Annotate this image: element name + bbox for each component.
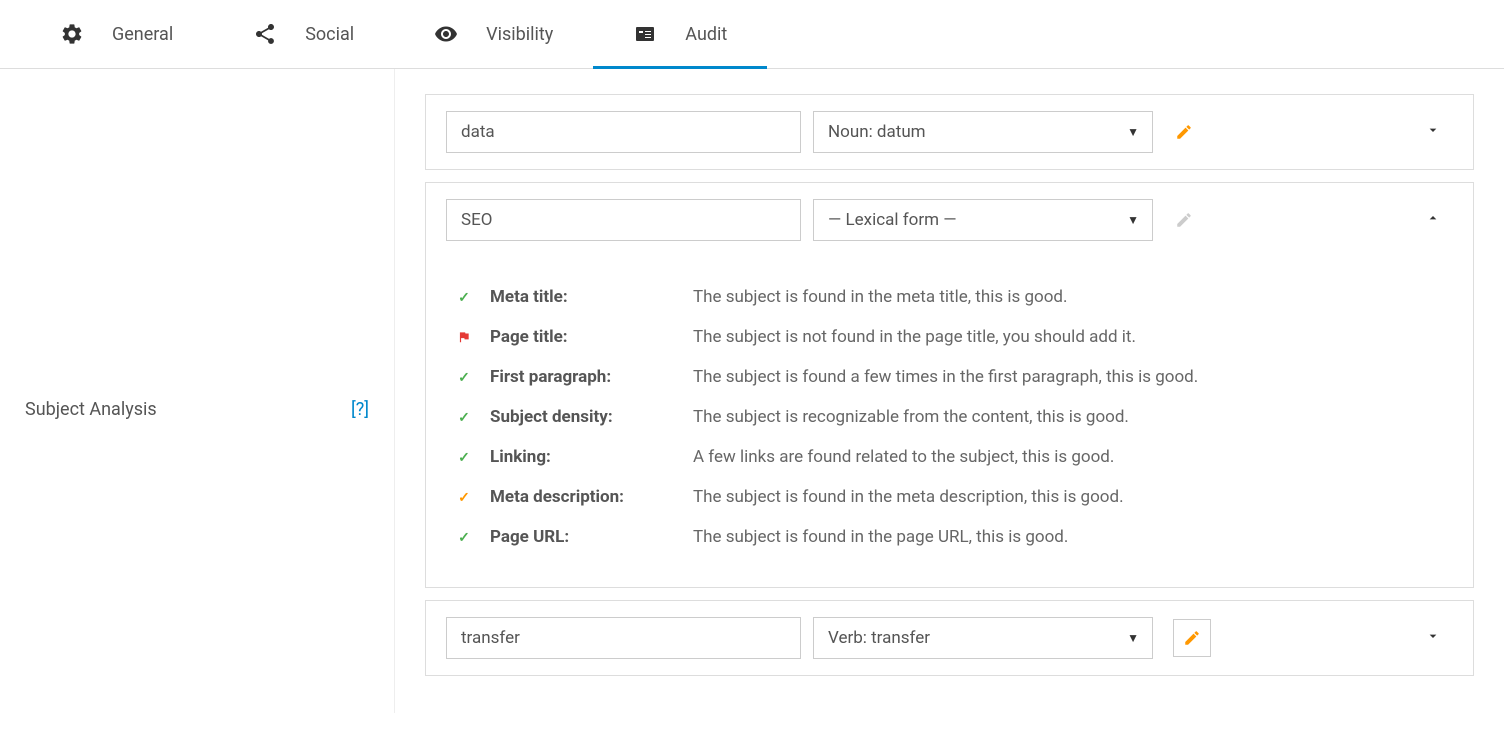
subject-header: Noun: datum <box>426 95 1473 169</box>
analysis-label: Page title: <box>490 327 675 347</box>
analysis-label: Meta description: <box>490 487 675 507</box>
analysis-text: The subject is found a few times in the … <box>693 367 1443 387</box>
analysis-item: Page title: The subject is not found in … <box>456 317 1443 357</box>
chevron-down-icon[interactable] <box>1413 116 1453 149</box>
tab-visibility[interactable]: Visibility <box>394 0 593 68</box>
select-wrapper: Noun: datum <box>813 111 1153 153</box>
subject-input[interactable] <box>446 199 801 241</box>
analysis-label: Meta title: <box>490 287 675 307</box>
tab-label: Audit <box>685 24 727 45</box>
tabs-container: General Social Visibility Audit <box>0 0 1504 69</box>
analysis-label: Linking: <box>490 447 675 467</box>
sidebar-content: Subject Analysis [?] <box>25 399 369 420</box>
analysis-item: ✓ First paragraph: The subject is found … <box>456 357 1443 397</box>
pencil-icon[interactable] <box>1173 121 1195 143</box>
tab-label: Social <box>305 24 354 45</box>
analysis-item: ✓ Subject density: The subject is recogn… <box>456 397 1443 437</box>
analysis-details: ✓ Meta title: The subject is found in th… <box>426 257 1473 587</box>
lexical-select[interactable]: Noun: datum <box>813 111 1153 153</box>
subject-input[interactable] <box>446 111 801 153</box>
analysis-item: ✓ Linking: A few links are found related… <box>456 437 1443 477</box>
help-link[interactable]: [?] <box>351 399 369 420</box>
subject-row: Noun: datum <box>425 94 1474 170</box>
analysis-text: The subject is found in the page URL, th… <box>693 527 1443 547</box>
subject-header: Verb: transfer <box>426 601 1473 675</box>
analysis-text: The subject is found in the meta title, … <box>693 287 1443 307</box>
analysis-item: ✓ Page URL: The subject is found in the … <box>456 517 1443 557</box>
tab-audit[interactable]: Audit <box>593 0 767 68</box>
select-wrapper: — Lexical form — <box>813 199 1153 241</box>
pencil-icon[interactable] <box>1173 619 1211 657</box>
subject-row: Verb: transfer <box>425 600 1474 676</box>
analysis-text: The subject is not found in the page tit… <box>693 327 1443 347</box>
audit-icon <box>633 22 657 46</box>
sidebar-title: Subject Analysis <box>25 399 157 420</box>
analysis-item: ✓ Meta description: The subject is found… <box>456 477 1443 517</box>
check-icon: ✓ <box>456 410 472 426</box>
select-wrapper: Verb: transfer <box>813 617 1153 659</box>
gear-icon <box>60 22 84 46</box>
tab-general[interactable]: General <box>20 0 213 68</box>
share-icon <box>253 22 277 46</box>
lexical-select[interactable]: Verb: transfer <box>813 617 1153 659</box>
eye-icon <box>434 22 458 46</box>
analysis-label: Subject density: <box>490 407 675 427</box>
main-container: Subject Analysis [?] Noun: datum <box>0 69 1504 713</box>
tab-label: Visibility <box>486 24 553 45</box>
check-icon: ✓ <box>456 290 472 306</box>
check-icon: ✓ <box>456 530 472 546</box>
pencil-icon[interactable] <box>1173 209 1195 231</box>
analysis-text: The subject is recognizable from the con… <box>693 407 1443 427</box>
tab-label: General <box>112 24 173 45</box>
check-icon: ✓ <box>456 450 472 466</box>
check-icon: ✓ <box>456 490 472 506</box>
sidebar: Subject Analysis [?] <box>0 69 395 713</box>
chevron-down-icon[interactable] <box>1413 622 1453 655</box>
analysis-label: First paragraph: <box>490 367 675 387</box>
analysis-text: A few links are found related to the sub… <box>693 447 1443 467</box>
subject-input[interactable] <box>446 617 801 659</box>
tab-social[interactable]: Social <box>213 0 394 68</box>
analysis-text: The subject is found in the meta descrip… <box>693 487 1443 507</box>
content: Noun: datum — Lexical form — <box>395 69 1504 713</box>
analysis-label: Page URL: <box>490 527 675 547</box>
flag-icon <box>456 330 472 344</box>
analysis-item: ✓ Meta title: The subject is found in th… <box>456 277 1443 317</box>
check-icon: ✓ <box>456 370 472 386</box>
chevron-up-icon[interactable] <box>1413 204 1453 237</box>
subject-header: — Lexical form — <box>426 183 1473 257</box>
lexical-select[interactable]: — Lexical form — <box>813 199 1153 241</box>
subject-row: — Lexical form — ✓ Meta title: The subje… <box>425 182 1474 588</box>
